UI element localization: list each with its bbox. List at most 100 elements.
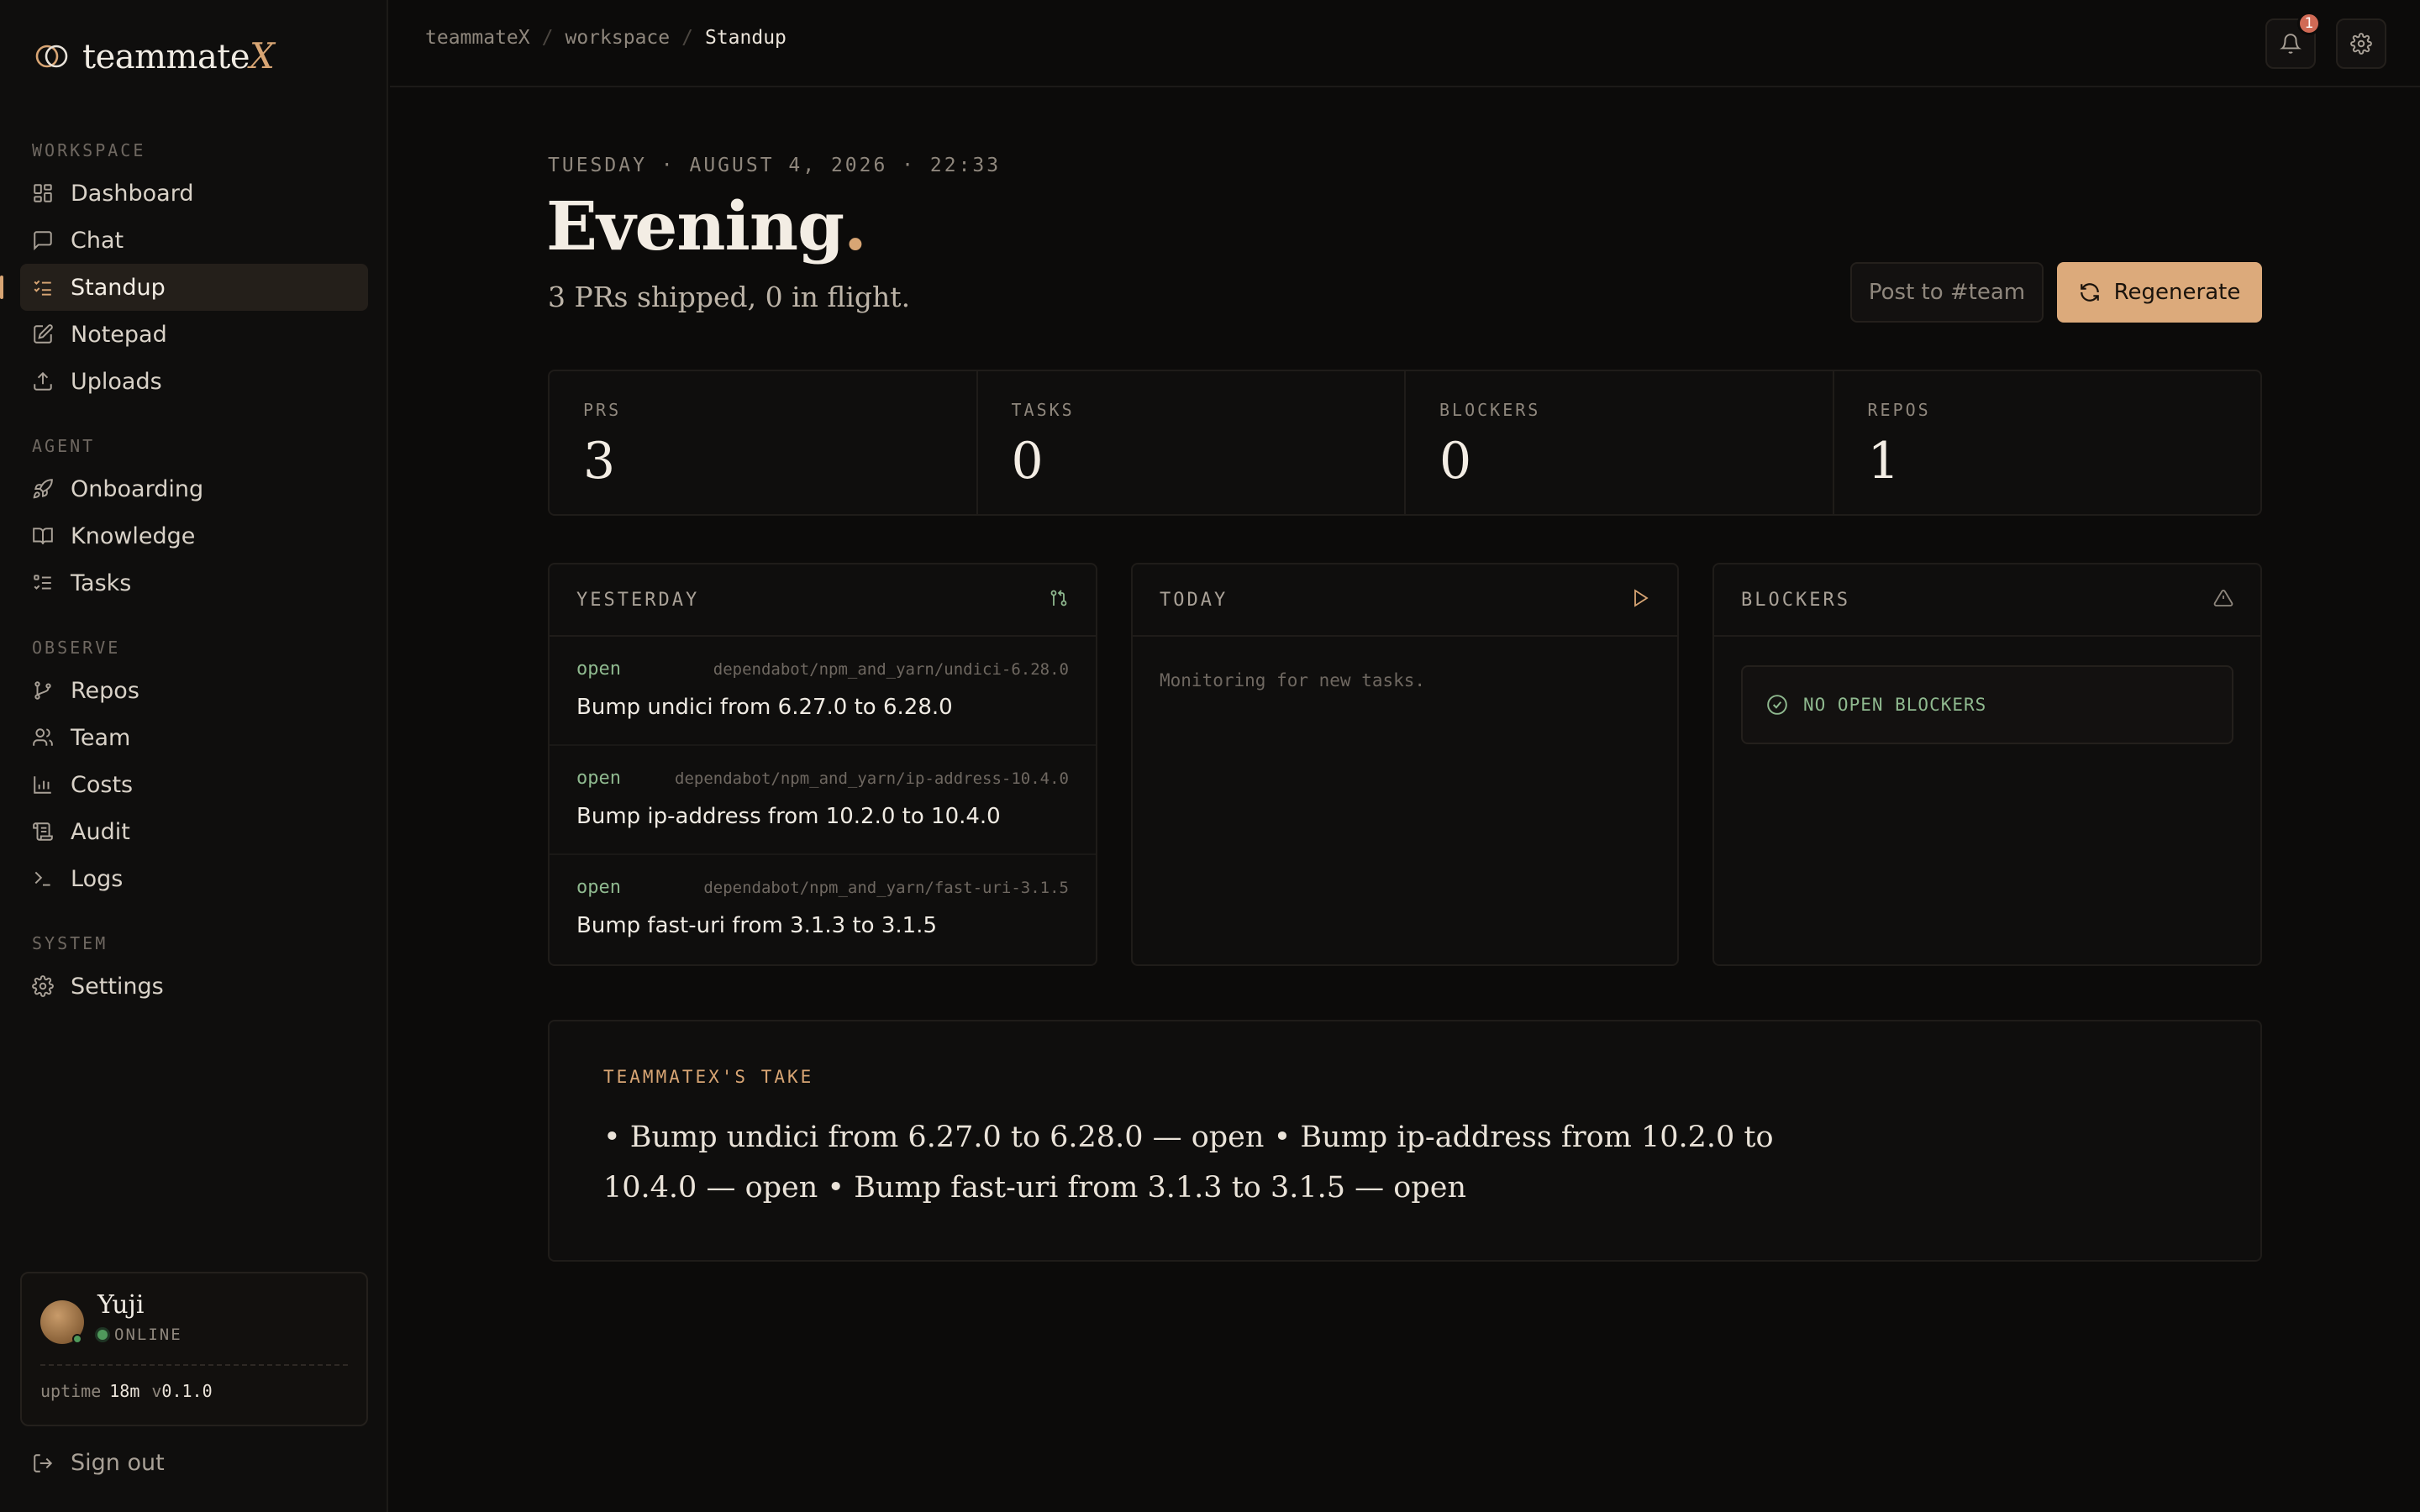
- sidebar-item-logs[interactable]: Logs: [20, 855, 368, 902]
- sidebar-item-label: Standup: [71, 274, 166, 301]
- sidebar-item-onboarding[interactable]: Onboarding: [20, 465, 368, 512]
- sidebar-item-repos[interactable]: Repos: [20, 667, 368, 714]
- pr-row[interactable]: open dependabot/npm_and_yarn/undici-6.28…: [550, 637, 1096, 746]
- sidebar-item-label: Knowledge: [71, 522, 196, 549]
- sidebar-item-label: Dashboard: [71, 180, 194, 207]
- sidebar-item-notepad[interactable]: Notepad: [20, 311, 368, 358]
- sidebar-item-knowledge[interactable]: Knowledge: [20, 512, 368, 559]
- sidebar-item-costs[interactable]: Costs: [20, 761, 368, 808]
- breadcrumb-item[interactable]: teammateX: [425, 27, 530, 49]
- date-line: TUESDAY · AUGUST 4, 2026 · 22:33: [548, 155, 1002, 176]
- upload-icon: [32, 370, 54, 392]
- sidebar-item-dashboard[interactable]: Dashboard: [20, 170, 368, 217]
- panel-header: TODAY: [1133, 564, 1677, 637]
- pr-row[interactable]: open dependabot/npm_and_yarn/fast-uri-3.…: [550, 855, 1096, 964]
- tasks-icon: [32, 572, 54, 594]
- regenerate-button[interactable]: Regenerate: [2057, 262, 2262, 323]
- gear-icon: [32, 975, 54, 997]
- stat-prs: PRS 3: [550, 371, 978, 514]
- dashboard-icon: [32, 182, 54, 204]
- user-card[interactable]: Yuji ONLINE uptime 18m v0.1.0: [20, 1272, 368, 1426]
- pr-title: Bump undici from 6.27.0 to 6.28.0: [576, 695, 953, 720]
- stat-value: 0: [1439, 432, 1472, 491]
- no-blockers-notice: NO OPEN BLOCKERS: [1741, 665, 2233, 744]
- uptime-label: uptime: [40, 1381, 102, 1401]
- stat-value: 1: [1867, 432, 1900, 491]
- play-icon: [1630, 588, 1650, 612]
- section-label: AGENT: [32, 436, 96, 456]
- sidebar-item-label: Costs: [71, 771, 134, 798]
- section-label: OBSERVE: [32, 638, 121, 658]
- terminal-icon: [32, 868, 54, 890]
- gear-icon: [2350, 33, 2372, 55]
- git-branch-icon: [32, 680, 54, 701]
- notepad-icon: [32, 323, 54, 345]
- breadcrumb-separator: /: [681, 27, 693, 49]
- presence-dot: [72, 1334, 82, 1344]
- refresh-icon: [2080, 283, 2099, 302]
- panel-title: BLOCKERS: [1741, 589, 1850, 611]
- sidebar: teammateX WORKSPACE Dashboard Chat Stand…: [0, 0, 388, 1512]
- book-icon: [32, 525, 54, 547]
- sidebar-item-label: Audit: [71, 818, 130, 845]
- sidebar-item-label: Chat: [71, 227, 124, 254]
- pr-row[interactable]: open dependabot/npm_and_yarn/ip-address-…: [550, 746, 1096, 855]
- breadcrumb: teammateX / workspace / Standup: [425, 27, 786, 49]
- post-to-team-button[interactable]: Post to #team: [1850, 262, 2044, 323]
- sidebar-item-standup[interactable]: Standup: [0, 264, 368, 311]
- stat-label: BLOCKERS: [1439, 400, 1541, 420]
- standup-icon: [32, 276, 54, 298]
- take-text: • Bump undici from 6.27.0 to 6.28.0 — op…: [603, 1121, 1774, 1205]
- signout-button[interactable]: Sign out: [32, 1450, 165, 1476]
- greeting-dot: .: [844, 186, 867, 265]
- brand-suffix: X: [250, 35, 275, 76]
- check-circle-icon: [1767, 695, 1787, 715]
- sidebar-item-label: Logs: [71, 865, 124, 892]
- sidebar-item-label: Notepad: [71, 321, 167, 348]
- audit-icon: [32, 821, 54, 843]
- sidebar-item-settings[interactable]: Settings: [20, 963, 368, 1010]
- nav-section-agent: AGENT Onboarding Knowledge Tasks: [0, 433, 388, 606]
- teammatex-take-panel: TEAMMATEX'S TAKE • Bump undici from 6.27…: [548, 1020, 2262, 1262]
- pr-title: Bump ip-address from 10.2.0 to 10.4.0: [576, 804, 1001, 829]
- sidebar-item-uploads[interactable]: Uploads: [20, 358, 368, 405]
- sidebar-item-audit[interactable]: Audit: [20, 808, 368, 855]
- stat-blockers: BLOCKERS 0: [1406, 371, 1834, 514]
- breadcrumb-current: Standup: [704, 27, 786, 49]
- notification-badge: 1: [2297, 12, 2321, 35]
- pr-branch: dependabot/npm_and_yarn/fast-uri-3.1.5: [703, 879, 1069, 897]
- pr-branch: dependabot/npm_and_yarn/undici-6.28.0: [713, 660, 1069, 679]
- topbar: teammateX / workspace / Standup 1: [390, 0, 2420, 87]
- online-dot-icon: [97, 1330, 108, 1340]
- sidebar-item-team[interactable]: Team: [20, 714, 368, 761]
- stat-repos: REPOS 1: [1834, 371, 2261, 514]
- brand-name: teammate: [82, 38, 250, 76]
- nav-section-system: SYSTEM Settings: [0, 931, 388, 1010]
- nav-section-observe: OBSERVE Repos Team Costs Audit Logs: [0, 635, 388, 902]
- version-value: 0.1.0: [161, 1381, 213, 1401]
- chat-icon: [32, 229, 54, 251]
- panel-title: YESTERDAY: [576, 589, 700, 611]
- settings-button[interactable]: [2336, 18, 2386, 69]
- sidebar-item-chat[interactable]: Chat: [20, 217, 368, 264]
- pr-title: Bump fast-uri from 3.1.3 to 3.1.5: [576, 913, 937, 938]
- brand-logo[interactable]: teammateX: [34, 35, 275, 76]
- today-empty-text: Monitoring for new tasks.: [1160, 670, 1426, 690]
- breadcrumb-separator: /: [541, 27, 554, 49]
- sidebar-item-tasks[interactable]: Tasks: [20, 559, 368, 606]
- breadcrumb-item[interactable]: workspace: [565, 27, 670, 49]
- user-name: Yuji: [97, 1290, 145, 1320]
- take-label: TEAMMATEX'S TAKE: [603, 1067, 814, 1087]
- stat-value: 0: [1011, 432, 1044, 491]
- uptime-value: 18m: [109, 1381, 140, 1401]
- yesterday-panel: YESTERDAY open dependabot/npm_and_yarn/u…: [548, 563, 1097, 966]
- bar-chart-icon: [32, 774, 54, 795]
- summary-text: 3 PRs shipped, 0 in flight.: [548, 281, 911, 313]
- pr-status: open: [576, 659, 621, 680]
- notifications-button[interactable]: 1: [2265, 12, 2321, 69]
- sidebar-item-label: Tasks: [71, 570, 132, 596]
- sidebar-item-label: Team: [71, 724, 131, 751]
- user-status: ONLINE: [97, 1326, 182, 1344]
- pr-status: open: [576, 768, 621, 789]
- stat-label: TASKS: [1011, 400, 1075, 420]
